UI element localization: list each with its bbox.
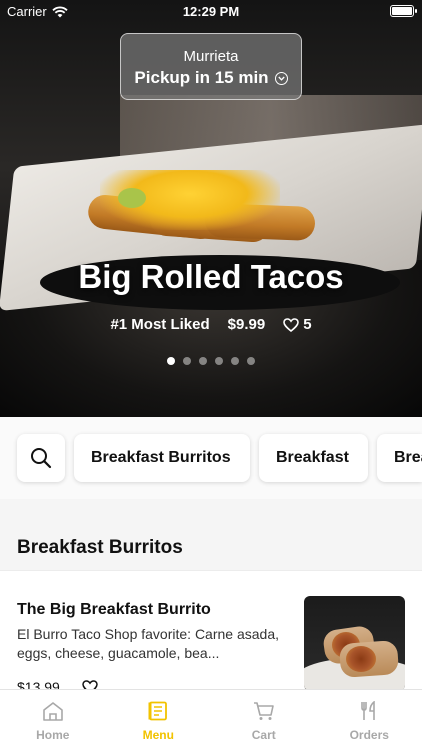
tab-orders[interactable]: Orders [317,690,422,750]
carousel-dot[interactable] [247,357,255,365]
pickup-time: Pickup in 15 min [121,68,301,88]
category-chip[interactable]: Breakfast Burritos [74,434,250,482]
hero-price: $9.99 [227,316,266,333]
tab-cart[interactable]: Cart [211,690,317,750]
carousel-dot[interactable] [215,357,223,365]
carousel-dots [0,357,422,365]
hero-likes[interactable]: 5 [283,316,312,333]
guacamole-topping [118,188,146,208]
carousel-dot[interactable] [183,357,191,365]
heart-icon [283,317,300,332]
item-name: The Big Breakfast Burrito [17,601,211,618]
tab-bar: Home Menu Cart Orders [0,689,422,750]
cart-icon [253,700,275,722]
carousel-dot[interactable] [199,357,207,365]
fork-knife-icon [359,700,379,722]
hero-banner[interactable]: Carrier 12:29 PM Murrieta Pickup in 15 m… [0,0,422,417]
category-chip[interactable]: Brea [377,434,422,482]
status-bar: Carrier 12:29 PM [0,0,422,22]
chevron-down-icon [274,71,288,85]
category-chip[interactable]: Breakfast [259,434,368,482]
hero-likes-count: 5 [303,316,312,333]
category-chip-label: Breakfast Burritos [91,449,231,466]
search-button[interactable] [17,434,65,482]
carousel-dot[interactable] [231,357,239,365]
location-selector[interactable]: Murrieta Pickup in 15 min [120,33,302,100]
category-chip-label: Brea [394,449,422,466]
home-icon [42,700,64,722]
burrito-filling [346,646,376,672]
category-chip-label: Breakfast [276,449,349,466]
status-time: 12:29 PM [182,4,240,19]
menu-icon [148,700,168,722]
search-icon [31,448,52,469]
battery-icon [390,5,417,17]
section-title: Breakfast Burritos [17,537,183,558]
location-city: Murrieta [183,48,239,65]
tab-menu[interactable]: Menu [106,690,212,750]
carousel-dot[interactable] [167,357,175,365]
menu-item-card[interactable]: The Big Breakfast Burrito El Burro Taco … [0,570,422,695]
item-image [304,596,405,691]
pickup-time-label: Pickup in 15 min [134,68,269,87]
tab-orders-label: Orders [349,728,389,742]
category-bar: Breakfast Burritos Breakfast Brea [0,417,422,499]
tab-home-label: Home [36,728,70,742]
hero-badge: #1 Most Liked [110,316,210,333]
item-description: El Burro Taco Shop favorite: Carne asada… [17,626,280,661]
tab-menu-label: Menu [142,728,174,742]
hero-meta: #1 Most Liked $9.99 5 [0,316,422,333]
hero-title: Big Rolled Tacos [78,258,344,295]
tab-home[interactable]: Home [0,690,106,750]
tab-cart-label: Cart [251,728,276,742]
